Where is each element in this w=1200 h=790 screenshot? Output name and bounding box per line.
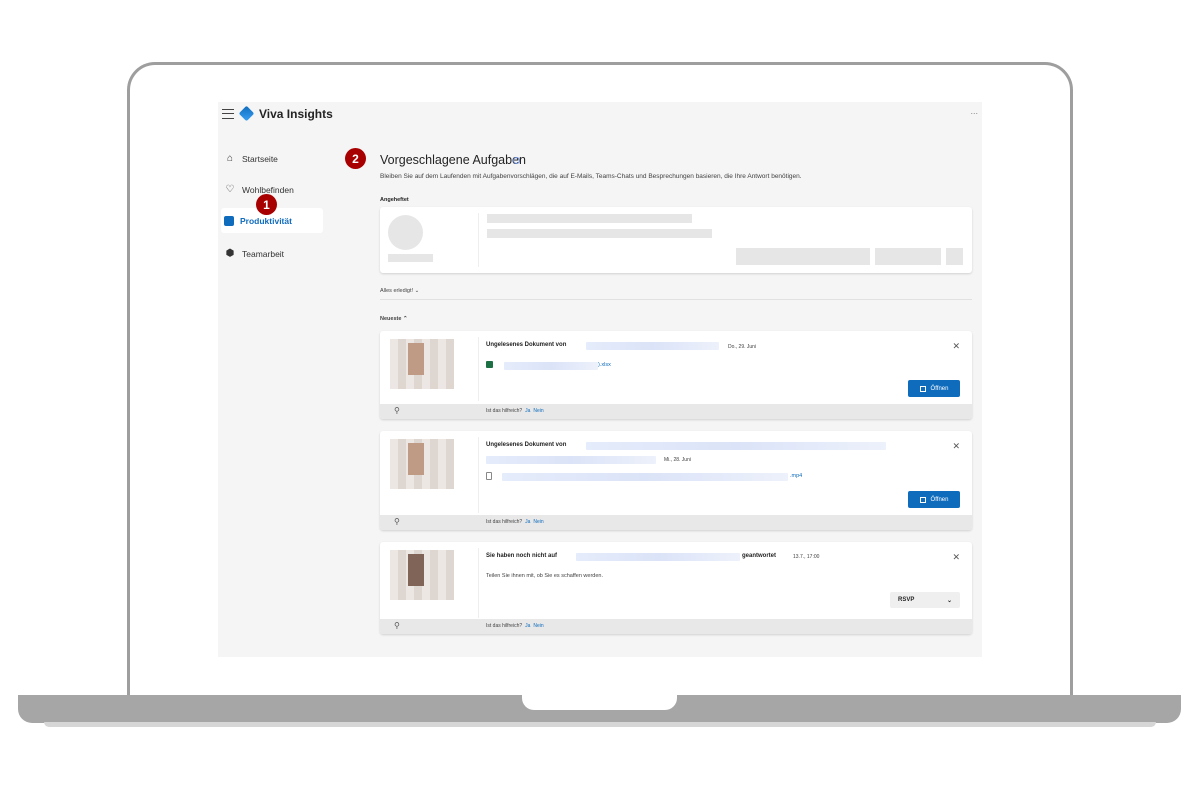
top-bar: Viva Insights ... — [218, 102, 982, 132]
card-date: Do., 29. Juni — [728, 344, 757, 350]
redacted-sender — [586, 342, 719, 350]
sidebar-item-label: Wohlbefinden — [242, 184, 294, 195]
file-link[interactable]: ).xlsx — [598, 362, 611, 368]
team-icon: ⬢ — [225, 248, 235, 259]
open-external-icon — [919, 385, 926, 392]
no-link[interactable]: Nein — [533, 623, 543, 629]
button-placeholder — [875, 248, 941, 265]
helpful-text: Ist das hilfreich? — [486, 519, 523, 525]
helpful-prompt: Ist das hilfreich? Ja Nein — [486, 519, 544, 525]
helpful-prompt: Ist das hilfreich? Ja Nein — [486, 623, 544, 629]
done-label: Alles erledigt! — [380, 288, 414, 294]
helpful-prompt: Ist das hilfreich? Ja Nein — [486, 408, 544, 414]
open-button-label: Öffnen — [930, 385, 949, 392]
info-icon[interactable] — [513, 157, 520, 164]
sender-avatar — [390, 339, 454, 389]
rsvp-label: RSVP — [898, 597, 915, 603]
card-description: Teilen Sie ihnen mit, ob Sie es schaffen… — [486, 573, 603, 579]
organizer-avatar — [390, 550, 454, 600]
close-icon[interactable]: ✕ — [952, 441, 960, 452]
card-divider — [478, 213, 479, 267]
card-title: Ungelesenes Dokument von — [486, 342, 567, 348]
excel-file-icon — [486, 361, 493, 368]
helpful-text: Ist das hilfreich? — [486, 408, 523, 414]
text-placeholder — [487, 229, 712, 238]
sidebar-item-label: Produktivität — [240, 215, 292, 226]
card-title-end: geantwortet — [742, 553, 777, 559]
calendar-icon — [224, 215, 234, 226]
divider — [380, 299, 972, 300]
more-options-icon[interactable]: ... — [970, 106, 978, 116]
avatar-placeholder — [388, 215, 423, 250]
pinned-label: Angeheftet — [380, 197, 409, 203]
viva-logo-icon — [238, 105, 255, 122]
sidebar-item-teamarbeit[interactable]: ⬢ Teamarbeit — [221, 241, 323, 266]
open-button[interactable]: Öffnen — [908, 491, 960, 508]
laptop-notch — [522, 695, 677, 710]
sidebar-item-startseite[interactable]: ⌂ Startseite — [221, 146, 323, 171]
redacted-meeting — [576, 553, 740, 561]
task-card: Sie haben noch nicht auf geantwortet 13.… — [380, 542, 972, 634]
heart-icon: ♡ — [225, 184, 235, 195]
close-icon[interactable]: ✕ — [952, 552, 960, 563]
card-divider — [478, 548, 479, 618]
open-button-label: Öffnen — [930, 496, 949, 503]
yes-link[interactable]: Ja — [525, 408, 530, 414]
open-button[interactable]: Öffnen — [908, 380, 960, 397]
home-icon: ⌂ — [226, 153, 234, 164]
pin-icon[interactable]: ⚲ — [394, 621, 400, 630]
feedback-bar: ⚲ Ist das hilfreich? Ja Nein — [380, 404, 972, 419]
yes-link[interactable]: Ja — [525, 519, 530, 525]
sender-avatar — [390, 439, 454, 489]
chevron-down-icon: ⌄ — [946, 597, 952, 604]
redacted-sender-line — [486, 456, 656, 464]
card-date: 13.7., 17:00 — [793, 554, 820, 560]
card-divider — [478, 337, 479, 401]
name-placeholder — [388, 254, 433, 262]
close-icon[interactable]: ✕ — [952, 341, 960, 352]
laptop-base-shadow — [44, 722, 1156, 727]
card-title: Sie haben noch nicht auf — [486, 553, 558, 559]
done-toggle[interactable]: Alles erledigt! ⌄ — [380, 288, 419, 294]
redacted-filename — [504, 362, 598, 370]
pin-icon[interactable]: ⚲ — [394, 406, 400, 415]
feedback-bar: ⚲ Ist das hilfreich? Ja Nein — [380, 515, 972, 530]
newest-label: Neueste — [380, 316, 402, 322]
file-link[interactable]: .mp4 — [790, 473, 802, 479]
feedback-bar: ⚲ Ist das hilfreich? Ja Nein — [380, 619, 972, 634]
page-subtitle: Bleiben Sie auf dem Laufenden mit Aufgab… — [380, 173, 802, 180]
task-card: Ungelesenes Dokument von Do., 29. Juni ✕… — [380, 331, 972, 419]
card-title: Ungelesenes Dokument von — [486, 442, 567, 448]
task-card: Ungelesenes Dokument von Mi., 28. Juni ✕… — [380, 431, 972, 530]
page-title: Vorgeschlagene Aufgaben — [380, 153, 526, 167]
chevron-down-icon: ⌄ — [414, 288, 420, 294]
file-icon — [486, 472, 492, 480]
app-screen: Viva Insights ... ⌂ Startseite ♡ Wohlbef… — [218, 102, 982, 657]
sidebar-item-label: Startseite — [242, 153, 278, 164]
callout-marker-2: 2 — [345, 148, 366, 169]
newest-toggle[interactable]: Neueste ⌃ — [380, 316, 408, 322]
yes-link[interactable]: Ja — [525, 623, 530, 629]
redacted-filename — [502, 473, 788, 481]
app-title: Viva Insights — [259, 107, 333, 121]
open-external-icon — [919, 496, 926, 503]
pinned-card-placeholder — [380, 207, 972, 273]
title-placeholder — [487, 214, 692, 223]
card-date: Mi., 28. Juni — [664, 457, 691, 463]
rsvp-dropdown[interactable]: RSVP ⌄ — [890, 592, 960, 608]
button-placeholder — [946, 248, 963, 265]
redacted-sender — [586, 442, 886, 450]
menu-icon[interactable] — [222, 109, 234, 119]
no-link[interactable]: Nein — [533, 519, 543, 525]
pin-icon[interactable]: ⚲ — [394, 517, 400, 526]
card-divider — [478, 437, 479, 513]
sidebar-item-label: Teamarbeit — [242, 248, 285, 259]
chevron-up-icon: ⌃ — [402, 316, 408, 322]
helpful-text: Ist das hilfreich? — [486, 623, 523, 629]
callout-marker-1: 1 — [256, 194, 277, 215]
button-placeholder — [736, 248, 870, 265]
no-link[interactable]: Nein — [533, 408, 543, 414]
